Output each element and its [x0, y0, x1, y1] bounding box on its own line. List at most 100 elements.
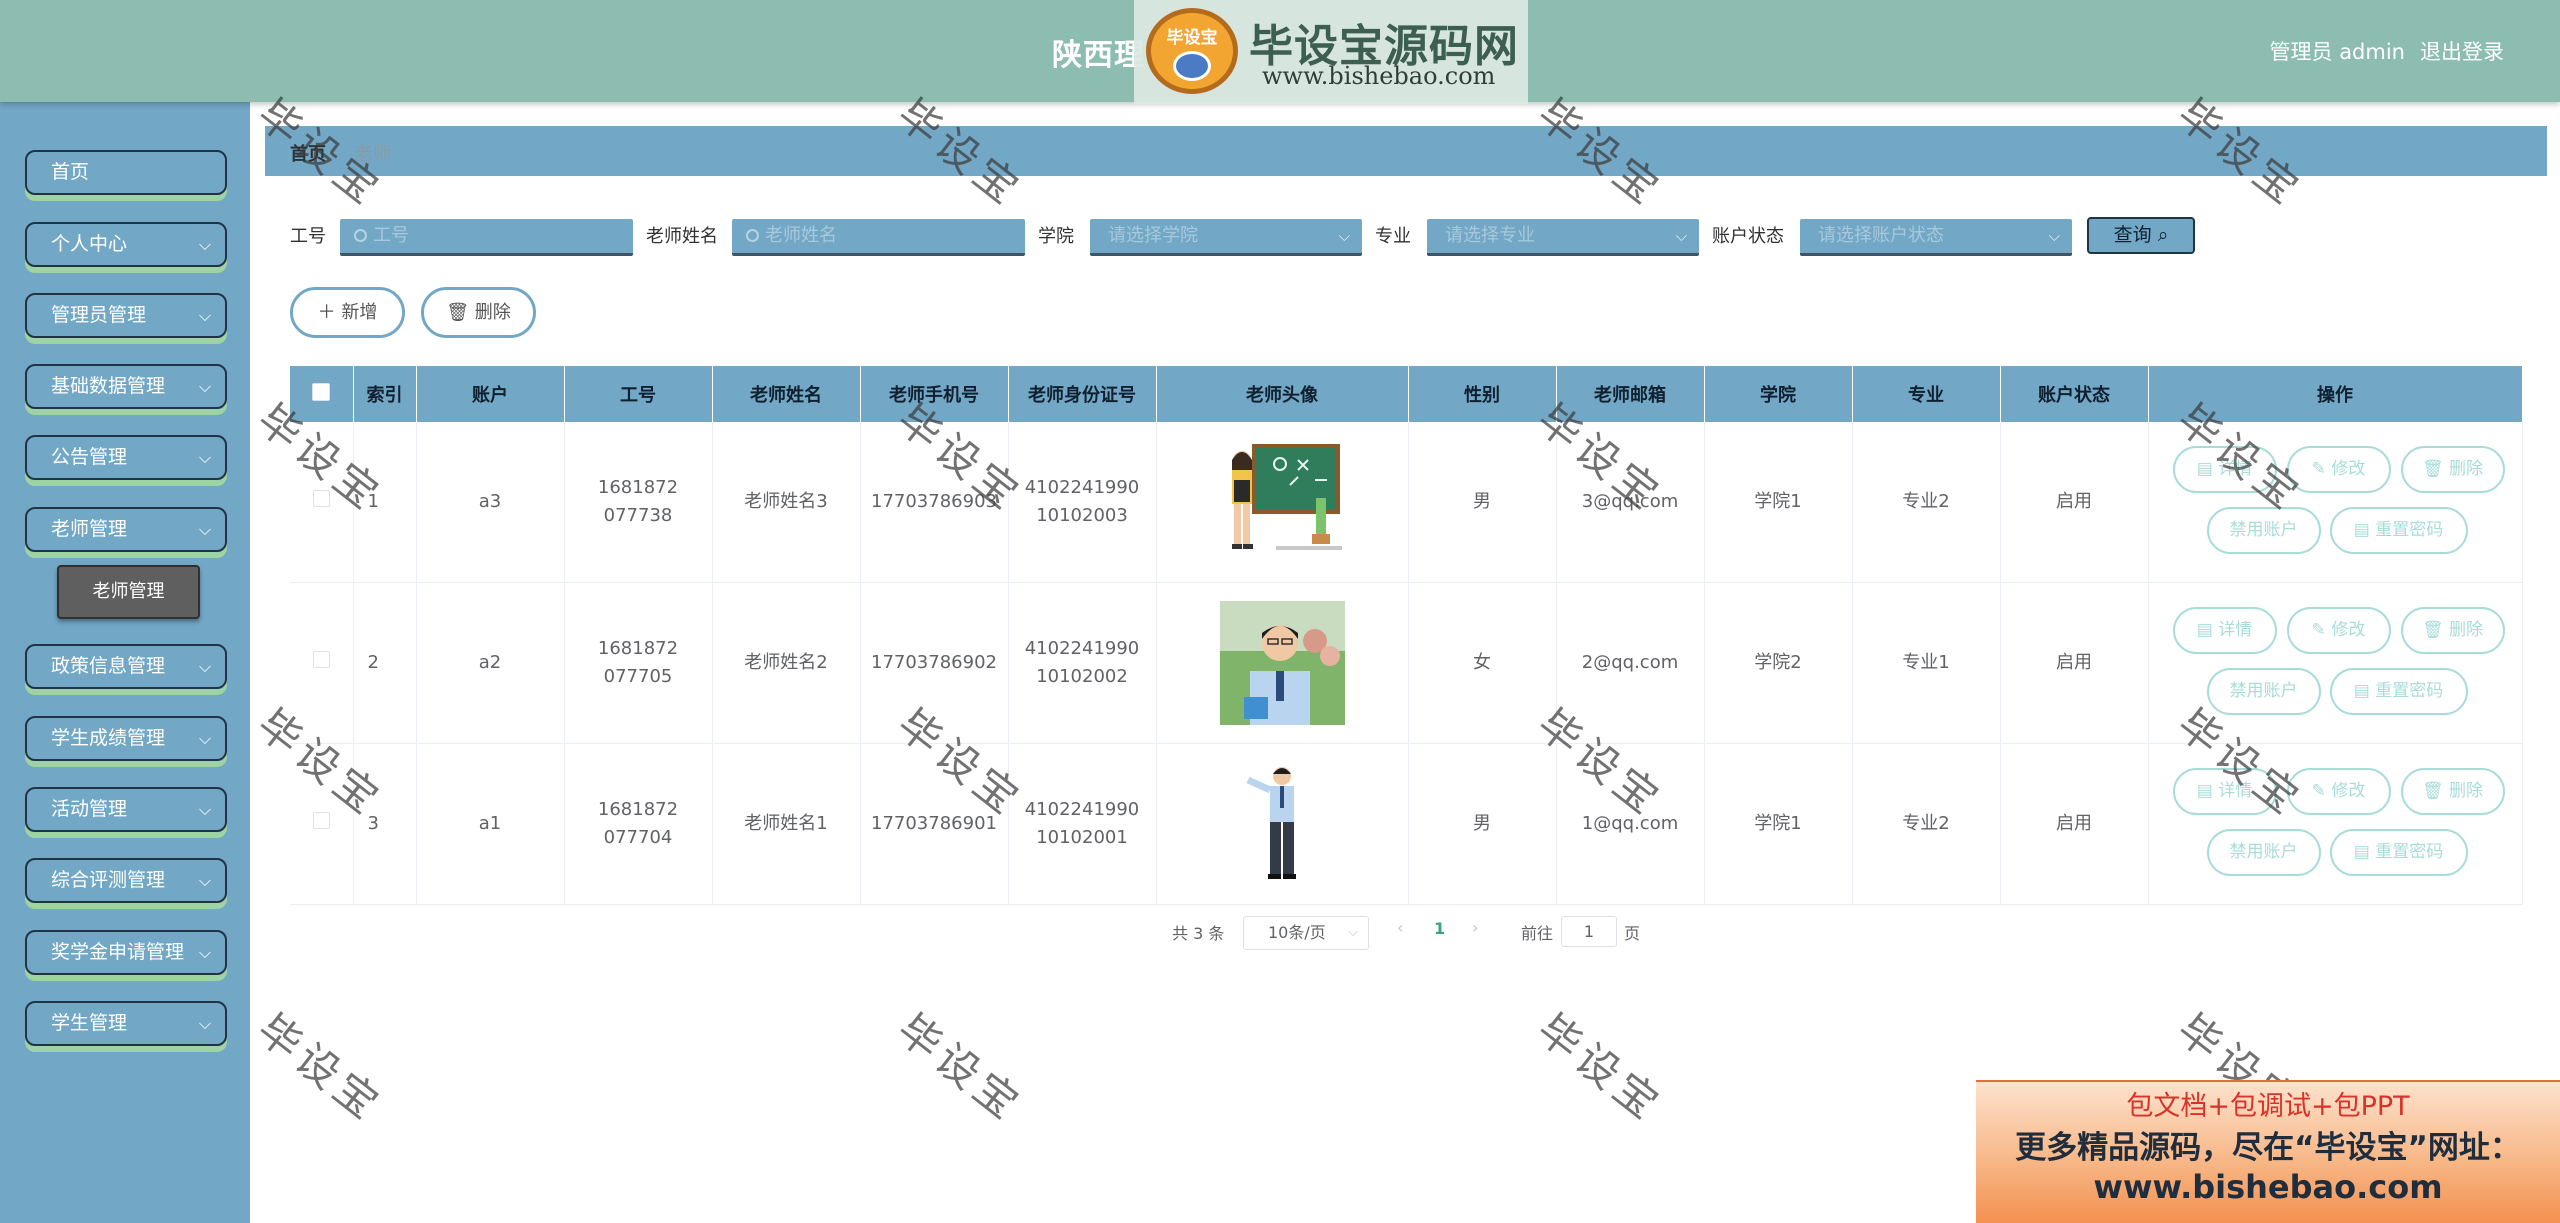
reset-password-button[interactable]: ▤ 重置密码	[2329, 829, 2468, 876]
column-header: 工号	[564, 366, 713, 422]
edit-button[interactable]: ✎ 修改	[2286, 446, 2391, 493]
reset-password-button[interactable]: ▤ 重置密码	[2329, 507, 2468, 554]
teacher-standing-avatar	[1219, 762, 1345, 886]
disable-account-button[interactable]: 禁用账户	[2206, 829, 2321, 876]
sidebar-item-student[interactable]: 学生管理 ⌵	[25, 1001, 227, 1046]
logo-url: www.bishebao.com	[1262, 62, 1496, 90]
idcard-cell: 410224199010102001	[1008, 743, 1157, 905]
delete-button[interactable]: 🗑 删除	[2400, 768, 2505, 815]
detail-button[interactable]: ▤ 详情	[2172, 768, 2277, 815]
sidebar-item-label: 管理员管理	[51, 304, 147, 326]
table-row: 3 a1 1681872077704 老师姓名1 17703786901 410…	[290, 743, 2523, 905]
table-row: 1 a3 1681872077738 老师姓名3 17703786903 410…	[290, 422, 2523, 583]
gonghao-search-input[interactable]: 工号	[340, 219, 633, 256]
index-cell: 1	[353, 422, 417, 583]
chevron-down-icon: ⌵	[198, 520, 211, 539]
account-cell: a1	[416, 743, 565, 905]
email-cell: 3@qq.com	[1556, 422, 1705, 583]
promo-line-3: www.bishebao.com	[2093, 1168, 2443, 1206]
sidebar-item-admin[interactable]: 管理员管理 ⌵	[25, 293, 227, 338]
page-size-select[interactable]: 10条/页 ⌵	[1243, 916, 1369, 950]
delete-button[interactable]: 🗑 删除	[2400, 446, 2505, 493]
ops-cell: ▤ 详情 ✎ 修改 🗑 删除 禁用账户 ▤ 重置密码	[2148, 743, 2523, 905]
breadcrumb-current: 老师	[355, 144, 391, 165]
row-select-cell[interactable]	[290, 582, 354, 744]
sidebar-item-activity[interactable]: 活动管理 ⌵	[25, 787, 227, 832]
goto-label: 前往	[1521, 924, 1554, 943]
sidebar-subitem-teacher-manage[interactable]: 老师管理	[57, 565, 200, 619]
sidebar-item-home[interactable]: 首页	[25, 150, 227, 195]
gonghao-label: 工号	[290, 226, 326, 247]
batch-delete-button[interactable]: 🗑 删除	[421, 287, 536, 338]
teacher-name-cell: 老师姓名3	[712, 422, 861, 583]
reset-password-button[interactable]: ▤ 重置密码	[2329, 668, 2468, 715]
avatar-cell	[1156, 743, 1409, 905]
status-cell: 启用	[2000, 743, 2149, 905]
edit-icon: ✎	[2311, 781, 2326, 801]
prev-page-button[interactable]: ‹	[1397, 918, 1403, 937]
promo-banner: 包文档+包调试+包PPT 更多精品源码，尽在“毕设宝”网址： www.bishe…	[1976, 1080, 2560, 1223]
edit-button[interactable]: ✎ 修改	[2286, 768, 2391, 815]
chevron-down-icon: ⌵	[198, 448, 211, 467]
disable-account-button[interactable]: 禁用账户	[2206, 507, 2321, 554]
sidebar-item-teacher[interactable]: 老师管理 ⌵	[25, 507, 227, 552]
query-button[interactable]: 查询 ⌕	[2087, 217, 2195, 254]
logo-face-icon	[1173, 51, 1211, 81]
sidebar-item-basedata[interactable]: 基础数据管理 ⌵	[25, 364, 227, 409]
email-cell: 1@qq.com	[1556, 743, 1705, 905]
sidebar-item-scholarship[interactable]: 奖学金申请管理 ⌵	[25, 930, 227, 975]
logo-badge-text: 毕设宝	[1166, 28, 1218, 48]
search-icon	[746, 229, 759, 242]
search-icon	[354, 229, 367, 242]
select-all-cell[interactable]	[290, 366, 354, 422]
account-cell: a3	[416, 422, 565, 583]
row-checkbox[interactable]	[312, 490, 330, 507]
chevron-down-icon: ⌵	[1675, 227, 1687, 245]
delete-label: 删除	[2449, 781, 2483, 801]
avatar-cell	[1156, 422, 1409, 583]
status-cell: 启用	[2000, 422, 2149, 583]
chevron-down-icon: ⌵	[1338, 227, 1350, 245]
sidebar-item-policy[interactable]: 政策信息管理 ⌵	[25, 644, 227, 689]
promo-line-2: 更多精品源码，尽在“毕设宝”网址：	[2015, 1130, 2521, 1166]
page-number-current[interactable]: 1	[1434, 919, 1445, 938]
sidebar-item-label: 学生管理	[51, 1012, 128, 1034]
goto-page-input[interactable]: 1	[1561, 916, 1617, 947]
index-cell: 2	[353, 582, 417, 744]
account-cell: a2	[416, 582, 565, 744]
add-button[interactable]: ＋ 新增	[290, 287, 405, 338]
sidebar-item-label: 首页	[51, 161, 90, 183]
college-select[interactable]: 请选择学院 ⌵	[1090, 219, 1362, 256]
email-cell: 2@qq.com	[1556, 582, 1705, 744]
sidebar-item-notice[interactable]: 公告管理 ⌵	[25, 435, 227, 480]
select-all-checkbox[interactable]	[312, 382, 331, 401]
site-title: 陕西理	[1052, 38, 1145, 73]
sidebar-item-evaluation[interactable]: 综合评测管理 ⌵	[25, 858, 227, 903]
teacher-name-search-input[interactable]: 老师姓名	[732, 219, 1025, 256]
account-status-select[interactable]: 请选择账户状态 ⌵	[1800, 219, 2072, 256]
row-select-cell[interactable]	[290, 743, 354, 905]
major-cell: 专业2	[1852, 422, 2001, 583]
edit-label: 修改	[2331, 781, 2366, 801]
row-checkbox[interactable]	[312, 651, 330, 668]
breadcrumb-home[interactable]: 首页	[290, 140, 326, 166]
disable-label: 禁用账户	[2229, 681, 2298, 701]
next-page-button[interactable]: ›	[1472, 918, 1478, 937]
document-icon: ▤	[2353, 681, 2370, 701]
detail-button[interactable]: ▤ 详情	[2172, 446, 2277, 493]
detail-button[interactable]: ▤ 详情	[2172, 607, 2277, 654]
row-select-cell[interactable]	[290, 422, 354, 583]
logout-link[interactable]: 退出登录	[2420, 36, 2504, 66]
delete-button[interactable]: 🗑 删除	[2400, 607, 2505, 654]
disable-account-button[interactable]: 禁用账户	[2206, 668, 2321, 715]
major-select[interactable]: 请选择专业 ⌵	[1427, 219, 1699, 256]
edit-button[interactable]: ✎ 修改	[2286, 607, 2391, 654]
ops-cell: ▤ 详情 ✎ 修改 🗑 删除 禁用账户 ▤ 重置密码	[2148, 582, 2523, 744]
row-checkbox[interactable]	[312, 812, 330, 829]
sidebar-item-scores[interactable]: 学生成绩管理 ⌵	[25, 716, 227, 761]
sidebar-item-label: 个人中心	[51, 233, 128, 255]
teacher-name-placeholder: 老师姓名	[765, 225, 837, 246]
column-header: 专业	[1852, 366, 2001, 422]
sidebar-item-profile[interactable]: 个人中心 ⌵	[25, 222, 227, 267]
college-placeholder: 请选择学院	[1108, 225, 1198, 246]
